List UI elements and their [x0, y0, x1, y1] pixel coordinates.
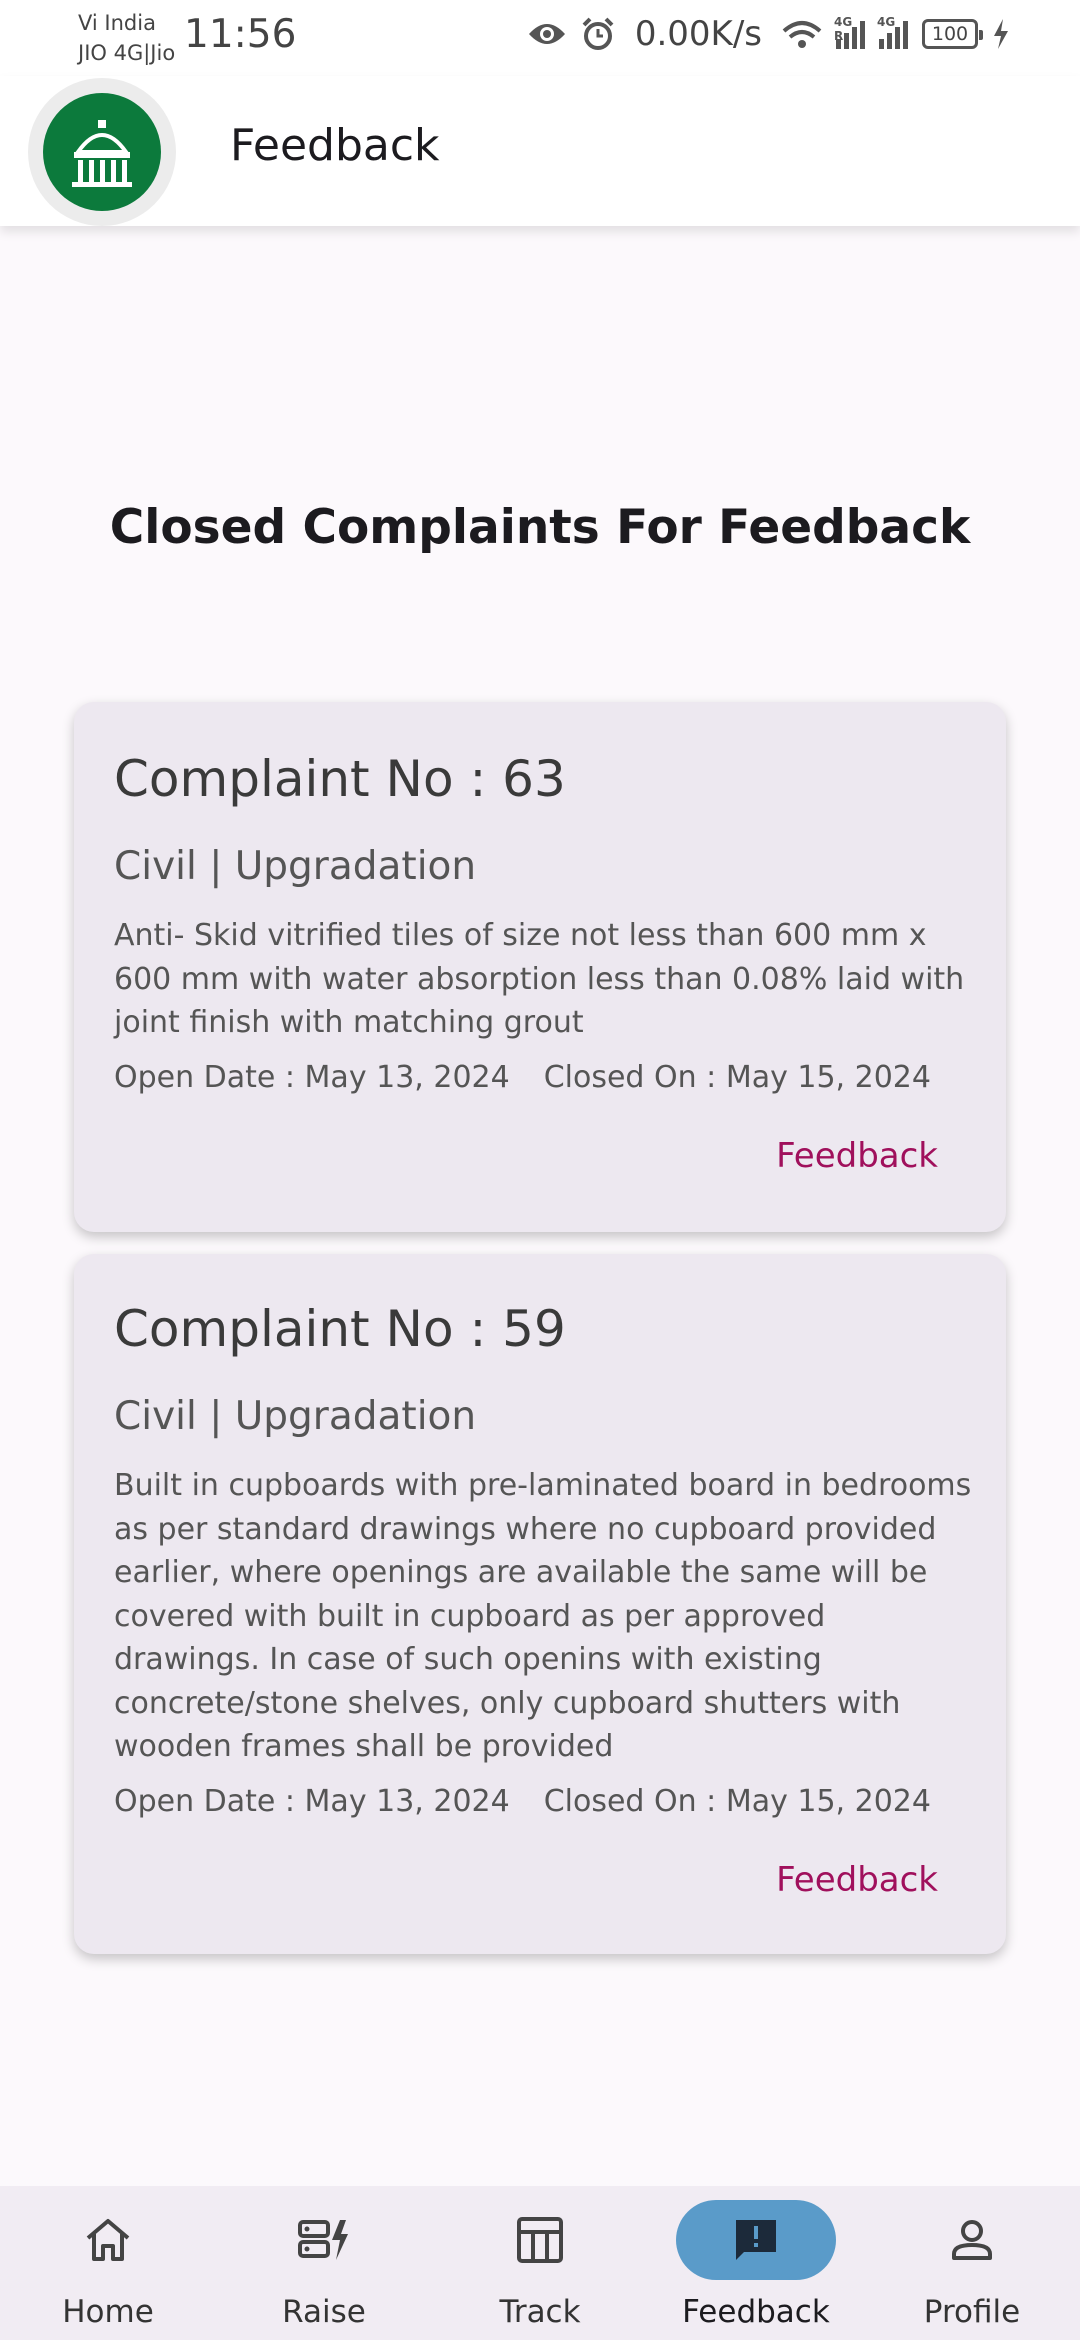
feedback-button[interactable]: Feedback — [776, 1136, 938, 1176]
carrier-line-1: Vi India — [78, 11, 156, 35]
wifi-icon — [782, 21, 822, 48]
feedback-icon — [676, 2200, 836, 2280]
bottom-navigation: Home Raise Track Feedback Profile — [0, 2186, 1080, 2340]
signal-icon: 4G — [877, 15, 908, 49]
nav-item-profile[interactable]: Profile — [864, 2186, 1080, 2340]
complaint-description: Built in cupboards with pre-laminated bo… — [114, 1468, 972, 1764]
nav-label-home: Home — [62, 2294, 154, 2330]
raise-icon — [244, 2200, 404, 2280]
app-logo — [28, 78, 176, 226]
complaint-card: Complaint No : 59 Civil | Upgradation Bu… — [74, 1254, 1006, 1954]
closed-date: Closed On : May 15, 2024 — [543, 1060, 931, 1095]
carrier-info: Vi India JIO 4G|Jio — [78, 8, 175, 68]
complaint-card: Complaint No : 63 Civil | Upgradation An… — [74, 702, 1006, 1232]
battery-level: 100 — [931, 23, 969, 45]
feedback-button[interactable]: Feedback — [776, 1860, 938, 1900]
profile-icon — [892, 2200, 1052, 2280]
status-bar: Vi India JIO 4G|Jio 11:56 0.00K/s 4G R 4… — [0, 0, 1080, 76]
complaint-dates: Open Date : May 13, 2024 Closed On : May … — [114, 1784, 931, 1819]
open-date: Open Date : May 13, 2024 — [114, 1060, 510, 1095]
complaint-category: Civil | Upgradation — [114, 844, 477, 889]
signal-icon: 4G R — [834, 15, 865, 49]
app-bar: Feedback — [0, 76, 1080, 226]
signal-1-tag: 4G R — [834, 15, 853, 43]
nav-item-feedback[interactable]: Feedback — [648, 2186, 864, 2340]
complaint-number: Complaint No : 59 — [114, 1300, 566, 1358]
network-speed: 0.00K/s — [634, 14, 762, 54]
alarm-icon — [582, 17, 614, 50]
complaint-description: Anti- Skid vitrified tiles of size not l… — [114, 918, 965, 1040]
track-icon — [460, 2200, 620, 2280]
battery-icon: 100 — [922, 19, 983, 49]
complaint-number: Complaint No : 63 — [114, 750, 566, 808]
complaint-dates: Open Date : May 13, 2024 Closed On : May … — [114, 1060, 931, 1095]
nav-label-feedback: Feedback — [682, 2294, 830, 2330]
signal-2-tag: 4G — [877, 15, 896, 29]
complaint-category: Civil | Upgradation — [114, 1394, 477, 1439]
carrier-line-2: JIO 4G|Jio — [78, 41, 176, 65]
nav-item-track[interactable]: Track — [432, 2186, 648, 2340]
screen: Vi India JIO 4G|Jio 11:56 0.00K/s 4G R 4… — [0, 0, 1080, 2340]
nav-label-raise: Raise — [282, 2294, 366, 2330]
section-heading: Closed Complaints For Feedback — [109, 500, 971, 555]
status-icons: 0.00K/s 4G R 4G 100 — [527, 14, 1010, 54]
building-emblem-icon — [43, 93, 161, 211]
nav-label-profile: Profile — [923, 2294, 1021, 2330]
home-icon — [28, 2200, 188, 2280]
nav-label-track: Track — [499, 2294, 581, 2330]
closed-date: Closed On : May 15, 2024 — [543, 1784, 931, 1819]
clock: 11:56 — [184, 12, 297, 57]
charging-icon — [994, 19, 1008, 49]
nav-item-raise[interactable]: Raise — [216, 2186, 432, 2340]
eye-icon — [528, 24, 565, 44]
open-date: Open Date : May 13, 2024 — [114, 1784, 510, 1819]
nav-item-home[interactable]: Home — [0, 2186, 216, 2340]
page-title: Feedback — [230, 120, 440, 171]
